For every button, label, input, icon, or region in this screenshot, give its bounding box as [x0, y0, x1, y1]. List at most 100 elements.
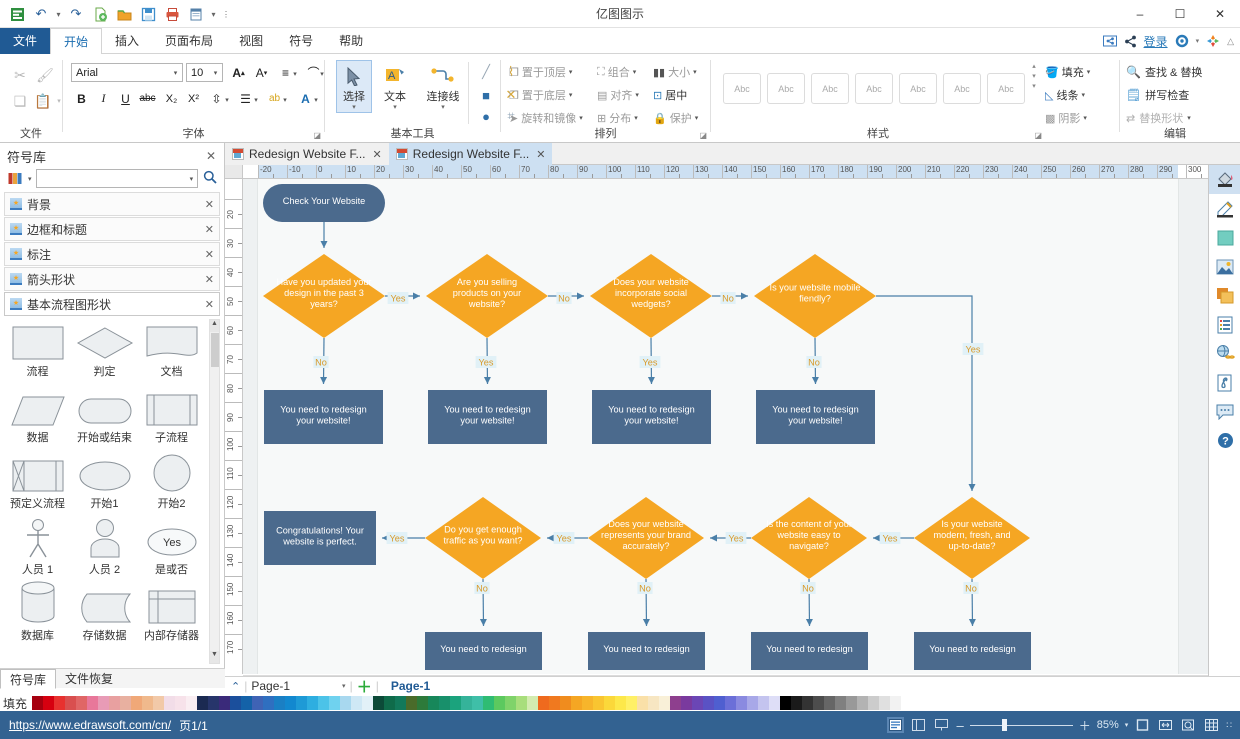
color-swatch[interactable] — [428, 696, 439, 710]
diagram-page[interactable]: Check Your Website Have you updated your d… — [258, 179, 1178, 674]
subscript-button[interactable]: X₂ — [161, 88, 182, 109]
fit-width-icon[interactable] — [1157, 717, 1174, 733]
color-swatch-icon[interactable] — [1209, 223, 1240, 252]
zoom-select-icon[interactable] — [1180, 717, 1197, 733]
superscript-button[interactable]: X² — [183, 88, 204, 109]
color-swatch[interactable] — [824, 696, 835, 710]
style-swatch[interactable]: Abc — [767, 73, 805, 104]
shape-item-terminator[interactable]: 开始或结束 — [71, 385, 138, 451]
shape-item-predefined-process[interactable]: 预定义流程 — [4, 451, 71, 517]
image-insert-icon[interactable] — [1209, 252, 1240, 281]
color-swatch[interactable] — [648, 696, 659, 710]
color-swatch[interactable] — [54, 696, 65, 710]
color-swatch[interactable] — [681, 696, 692, 710]
color-swatch[interactable] — [76, 696, 87, 710]
shape-item-data[interactable]: 数据 — [4, 385, 71, 451]
fill-caret-icon[interactable]: ▾ — [1087, 68, 1091, 76]
font-family-caret-icon[interactable]: ▾ — [169, 69, 182, 77]
library-source-icon[interactable] — [6, 170, 24, 187]
line-spacing-caret-icon[interactable]: ▾ — [223, 89, 231, 110]
flowchart-node-r2[interactable]: You need to redesign your website! — [428, 390, 547, 444]
layers-icon[interactable] — [1209, 281, 1240, 310]
color-swatch[interactable] — [208, 696, 219, 710]
zoom-caret-icon[interactable]: ▾ — [1125, 721, 1129, 729]
color-swatch[interactable] — [219, 696, 230, 710]
flowchart-node-q3[interactable]: Does your website incorporate social wedge… — [590, 254, 712, 338]
color-swatch[interactable] — [153, 696, 164, 710]
flowchart-node-r3[interactable]: You need to redesign your website! — [592, 390, 711, 444]
color-swatch[interactable] — [890, 696, 901, 710]
select-tool-caret-icon[interactable]: ▾ — [337, 104, 371, 112]
align-button[interactable]: ▤ 对齐 ▾ — [597, 87, 639, 103]
color-swatch[interactable] — [494, 696, 505, 710]
color-swatch[interactable] — [32, 696, 43, 710]
flowchart-node-q8[interactable]: Is your website modern, fresh, and up-to-d… — [914, 497, 1030, 579]
zoom-out-button[interactable]: – — [956, 718, 963, 733]
color-swatch[interactable] — [131, 696, 142, 710]
select-tool-button[interactable]: 选择 ▾ — [336, 60, 372, 113]
style-swatch[interactable]: Abc — [723, 73, 761, 104]
color-swatch[interactable] — [747, 696, 758, 710]
cut-icon[interactable]: ✂ — [8, 64, 32, 86]
rotate-flip-button[interactable]: ➤ 旋转和镜像 ▾ — [509, 110, 583, 126]
color-swatch[interactable] — [901, 696, 912, 710]
hyperlink-icon[interactable] — [1209, 339, 1240, 368]
minimize-button[interactable]: – — [1120, 0, 1160, 28]
font-size-select[interactable]: 10 ▾ — [186, 63, 223, 82]
arrange-dialog-launcher[interactable]: ◪ — [699, 131, 707, 140]
color-swatch[interactable] — [802, 696, 813, 710]
flowchart-node-q7[interactable]: Is the content of your website easy to nav… — [751, 497, 867, 579]
shape-item-internal-storage[interactable]: 内部存储器 — [138, 583, 205, 649]
split-view-icon[interactable] — [910, 717, 927, 733]
menu-tab-view[interactable]: 视图 — [226, 28, 276, 54]
share-icon[interactable] — [1124, 35, 1137, 48]
grow-font-button[interactable]: A ▴ — [228, 62, 249, 83]
gear-caret-icon[interactable]: ▾ — [1196, 37, 1200, 45]
color-swatch[interactable] — [362, 696, 373, 710]
italic-button[interactable]: I — [93, 88, 114, 109]
color-swatch[interactable] — [274, 696, 285, 710]
flowchart-node-q1[interactable]: Have you updated your design in the past … — [263, 254, 385, 338]
presentation-view-icon[interactable] — [933, 717, 950, 733]
color-swatch[interactable] — [186, 696, 197, 710]
document-tab[interactable]: Redesign Website F... ✕ — [225, 143, 389, 165]
replace-shape-caret-icon[interactable]: ▾ — [1187, 114, 1191, 122]
library-panel-close-icon[interactable]: ✕ — [206, 149, 216, 163]
page-selector-caret-icon[interactable]: ▾ — [342, 682, 346, 690]
shape-item-process[interactable]: 流程 — [4, 319, 71, 385]
color-swatch[interactable] — [395, 696, 406, 710]
color-swatch[interactable] — [285, 696, 296, 710]
color-swatch[interactable] — [406, 696, 417, 710]
flowchart-node-r7[interactable]: You need to redesign — [751, 632, 868, 670]
flowchart-node-r4[interactable]: You need to redesign your website! — [756, 390, 875, 444]
shape-grid-scrollbar[interactable]: ▲ ▼ — [209, 319, 220, 664]
shape-item-start2[interactable]: 开始2 — [138, 451, 205, 517]
size-button[interactable]: ▮▮ 大小 ▾ — [653, 64, 697, 80]
flowchart-node-q6[interactable]: Does your website represents your brand ac… — [588, 497, 704, 579]
help-icon[interactable]: ? — [1209, 426, 1240, 455]
color-swatch[interactable] — [703, 696, 714, 710]
color-swatch[interactable] — [461, 696, 472, 710]
style-swatch[interactable]: Abc — [899, 73, 937, 104]
shape-item-start1[interactable]: 开始1 — [71, 451, 138, 517]
spell-check-button[interactable]: 🗒 拼写检查 — [1126, 87, 1189, 103]
color-swatch[interactable] — [692, 696, 703, 710]
fill-button[interactable]: 🪣 填充 ▾ — [1045, 64, 1090, 80]
bullet-list-caret-icon[interactable]: ▾ — [252, 89, 260, 110]
rectangle-tool-icon[interactable]: ■ — [478, 87, 494, 103]
color-swatch[interactable] — [791, 696, 802, 710]
list-properties-icon[interactable] — [1209, 310, 1240, 339]
color-swatch[interactable] — [604, 696, 615, 710]
style-swatch[interactable]: Abc — [987, 73, 1025, 104]
connector-tool-button[interactable]: 连接线 ▾ — [421, 61, 465, 112]
underline-button[interactable]: U — [115, 88, 136, 109]
fill-format-icon[interactable] — [1209, 165, 1240, 194]
font-color-caret-icon[interactable]: ▾ — [312, 89, 320, 110]
flowchart-node-r6[interactable]: You need to redesign — [588, 632, 705, 670]
shape-item-subprocess[interactable]: 子流程 — [138, 385, 205, 451]
line-caret-icon[interactable]: ▾ — [1081, 91, 1085, 99]
login-link[interactable]: 登录 — [1144, 33, 1168, 50]
color-swatch[interactable] — [769, 696, 780, 710]
group-caret-icon[interactable]: ▾ — [633, 68, 637, 76]
send-back-caret-icon[interactable]: ▾ — [569, 91, 573, 99]
